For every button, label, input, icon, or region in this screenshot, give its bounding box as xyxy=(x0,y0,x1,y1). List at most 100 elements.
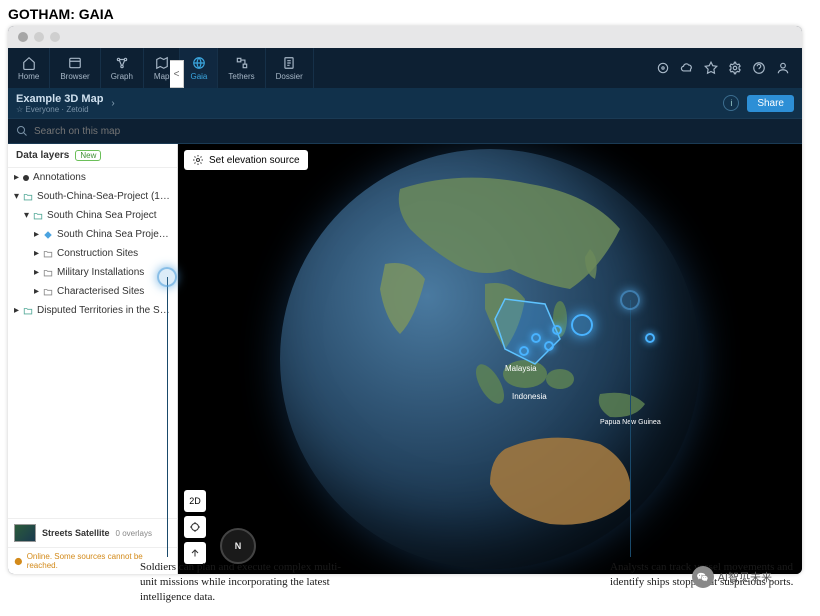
basemap-selector[interactable]: Streets Satellite 0 overlays xyxy=(8,518,177,547)
sidebar-heading: Data layers New xyxy=(8,144,177,168)
chevron-right-icon: ▸ xyxy=(14,305,19,316)
tab-label: Home xyxy=(18,72,39,81)
chevron-right-icon: ▸ xyxy=(34,286,39,297)
tab-graph[interactable]: Graph xyxy=(101,48,144,88)
layer-label: Construction Sites xyxy=(57,248,138,259)
callout-left: Soldiers can plan and execute complex mu… xyxy=(140,560,350,605)
tab-dossier[interactable]: Dossier xyxy=(266,48,314,88)
cloud-icon[interactable] xyxy=(680,61,694,75)
app-window: Home Browser Graph Map Gaia Tethers Doss… xyxy=(8,26,802,574)
home-icon xyxy=(22,56,36,70)
layer-characterised[interactable]: ▸ Characterised Sites xyxy=(8,282,177,301)
top-header: Home Browser Graph Map Gaia Tethers Doss… xyxy=(8,48,802,88)
folder-icon xyxy=(23,306,33,316)
chevron-right-icon: ▸ xyxy=(34,229,39,240)
basemap-overlays: 0 overlays xyxy=(116,529,152,538)
map-marker[interactable] xyxy=(531,333,541,343)
wechat-icon xyxy=(692,566,714,588)
map-icon xyxy=(155,56,169,70)
chevron-down-icon: ▾ xyxy=(24,210,29,221)
tab-gaia[interactable]: Gaia xyxy=(180,48,218,88)
upload-icon xyxy=(189,547,201,559)
globe-container: Malaysia Indonesia Papua New Guinea xyxy=(178,144,802,574)
layer-label: South China Sea Project (Misc) xyxy=(57,229,171,240)
map-marker[interactable] xyxy=(571,314,593,336)
globe[interactable]: Malaysia Indonesia Papua New Guinea xyxy=(280,149,700,569)
layer-construction[interactable]: ▸ Construction Sites xyxy=(8,244,177,263)
header-actions xyxy=(656,61,802,75)
layer-scs-project[interactable]: ▾ South China Sea Project xyxy=(8,206,177,225)
map-marker[interactable] xyxy=(544,341,554,351)
folder-icon xyxy=(43,268,53,278)
set-elevation-button[interactable]: Set elevation source xyxy=(184,150,308,170)
search-icon xyxy=(16,125,28,137)
info-button[interactable]: i xyxy=(723,95,739,111)
globe-icon xyxy=(192,56,206,70)
chevron-right-icon: ▸ xyxy=(14,172,19,183)
tab-label: Dossier xyxy=(276,72,303,81)
watermark: AI智见未来 xyxy=(692,566,772,588)
locate-button[interactable] xyxy=(184,516,206,538)
page-title: GOTHAM: GAIA xyxy=(0,0,820,26)
view-mode-button[interactable]: 2D xyxy=(184,490,206,512)
layer-scs-kmz[interactable]: ▾ South-China-Sea-Project (1).kmz xyxy=(8,187,177,206)
layer-annotations[interactable]: ▸ Annotations xyxy=(8,168,177,187)
map-marker[interactable] xyxy=(645,333,655,343)
chevron-right-icon: ▸ xyxy=(34,248,39,259)
layer-military[interactable]: ▸ Military Installations xyxy=(8,263,177,282)
callout-line-right xyxy=(630,300,631,557)
compass[interactable]: N xyxy=(220,528,256,564)
layer-disputed[interactable]: ▸ Disputed Territories in the South Chin… xyxy=(8,301,177,320)
collapse-sidebar-button[interactable]: < xyxy=(170,60,184,88)
locate-icon xyxy=(189,521,201,533)
max-dot[interactable] xyxy=(50,32,60,42)
new-badge[interactable]: New xyxy=(75,150,101,161)
header-tabs: Home Browser Graph Map Gaia Tethers Doss… xyxy=(8,48,314,88)
tab-home[interactable]: Home xyxy=(8,48,50,88)
landmass-layer: Malaysia Indonesia Papua New Guinea xyxy=(280,149,700,569)
callout-origin-left xyxy=(157,267,177,287)
tab-tethers[interactable]: Tethers xyxy=(218,48,265,88)
browser-icon xyxy=(68,56,82,70)
layer-label: Disputed Territories in the South China … xyxy=(37,305,171,316)
sidebar: Data layers New ▸ Annotations ▾ South-Ch… xyxy=(8,144,178,574)
view-controls: 2D xyxy=(184,490,206,564)
tab-browser[interactable]: Browser xyxy=(50,48,100,88)
notification-icon[interactable] xyxy=(704,61,718,75)
share-button[interactable]: Share xyxy=(747,95,794,112)
tab-label: Browser xyxy=(60,72,89,81)
help-icon[interactable] xyxy=(752,61,766,75)
layer-label: South-China-Sea-Project (1).kmz xyxy=(37,191,171,202)
gear-icon xyxy=(192,154,204,166)
min-dot[interactable] xyxy=(34,32,44,42)
layer-label: South China Sea Project xyxy=(47,210,157,221)
callout-origin-right xyxy=(620,290,640,310)
dossier-icon xyxy=(282,56,296,70)
map-title: Example 3D Map xyxy=(16,93,103,105)
chevron-right-icon: ▸ xyxy=(34,267,39,278)
folder-icon xyxy=(43,249,53,259)
diamond-icon xyxy=(43,230,53,240)
layer-scs-misc[interactable]: ▸ South China Sea Project (Misc) xyxy=(8,225,177,244)
warning-icon xyxy=(14,557,23,566)
sidebar-heading-label: Data layers xyxy=(16,150,69,161)
country-label: Malaysia xyxy=(505,364,537,373)
map-canvas[interactable]: Set elevation source xyxy=(178,144,802,574)
tab-label: Graph xyxy=(111,72,133,81)
target-icon[interactable] xyxy=(656,61,670,75)
search-input[interactable] xyxy=(34,126,794,137)
basemap-name: Streets Satellite xyxy=(42,528,110,538)
map-marker[interactable] xyxy=(552,325,562,335)
graph-icon xyxy=(115,56,129,70)
chevron-right-icon[interactable]: › xyxy=(111,98,114,109)
search-bar xyxy=(8,118,802,144)
gear-icon[interactable] xyxy=(728,61,742,75)
compass-label: N xyxy=(235,541,242,551)
tab-label: Map xyxy=(154,72,170,81)
map-marker[interactable] xyxy=(519,346,529,356)
workspace: Data layers New ▸ Annotations ▾ South-Ch… xyxy=(8,144,802,574)
tethers-icon xyxy=(235,56,249,70)
country-label: Indonesia xyxy=(512,392,547,401)
user-icon[interactable] xyxy=(776,61,790,75)
close-dot[interactable] xyxy=(18,32,28,42)
